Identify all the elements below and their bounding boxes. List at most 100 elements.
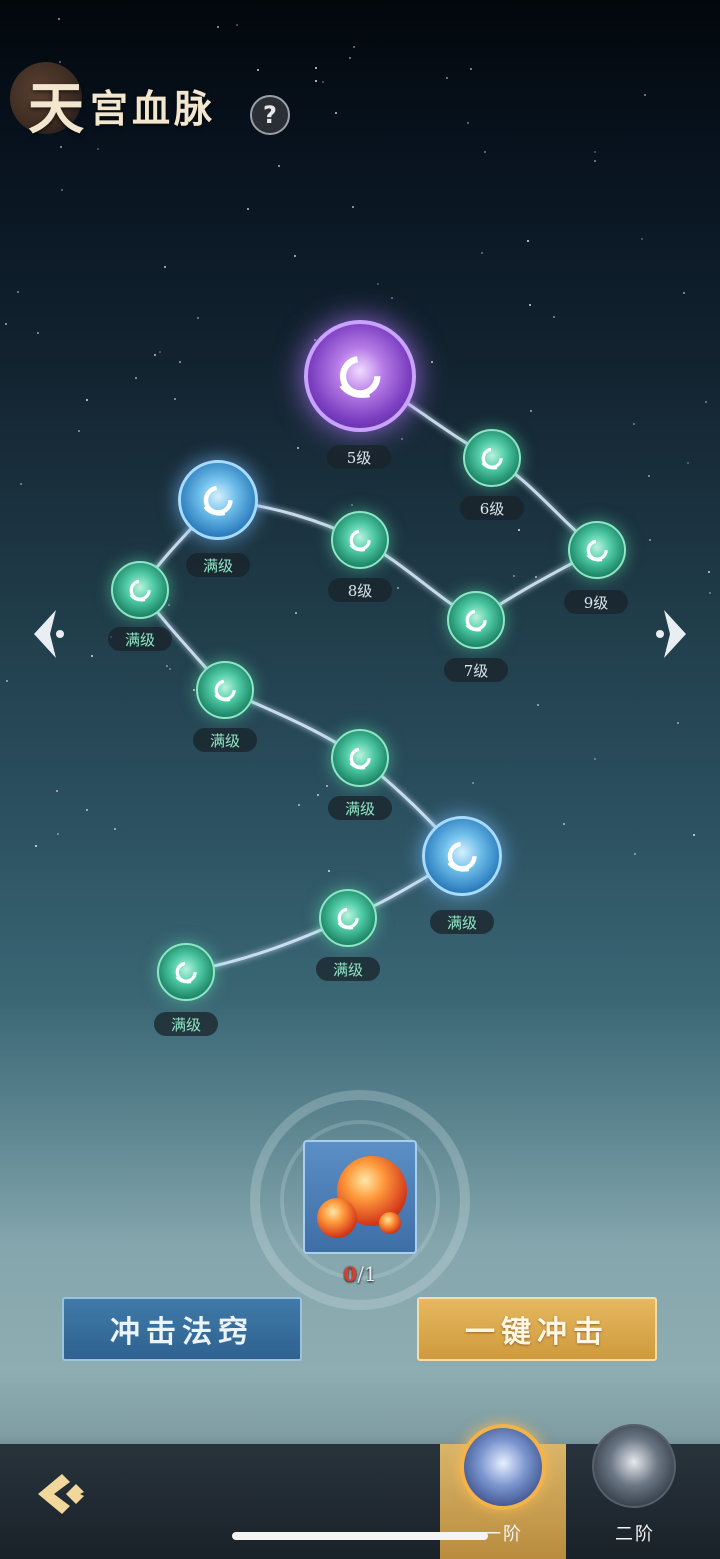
star: [61, 189, 63, 191]
star: [6, 680, 8, 682]
star: [530, 410, 532, 412]
star: [56, 790, 58, 792]
star: [295, 612, 297, 614]
star: [353, 46, 355, 48]
star: [594, 160, 596, 162]
star: [709, 592, 711, 594]
swirl-icon: [175, 961, 197, 984]
help-icon: ?: [263, 101, 277, 129]
star: [553, 316, 555, 318]
star: [326, 785, 328, 787]
constellation-node-n9[interactable]: [568, 521, 626, 579]
star: [59, 61, 61, 63]
help-button[interactable]: ?: [250, 95, 290, 135]
star: [294, 255, 296, 257]
star: [236, 24, 238, 26]
star: [315, 80, 317, 82]
star: [20, 483, 22, 485]
star: [352, 206, 354, 208]
constellation-node-ng1[interactable]: [111, 561, 169, 619]
node-level-label: 满级: [154, 1012, 218, 1036]
star: [594, 151, 596, 153]
star: [114, 828, 116, 830]
star: [159, 351, 161, 353]
constellation-node-n7[interactable]: [447, 591, 505, 649]
star: [563, 823, 565, 825]
constellation-node-ng4[interactable]: [319, 889, 377, 947]
star: [60, 146, 62, 148]
star: [687, 462, 689, 464]
node-level-label: 5级: [327, 445, 391, 469]
prev-arrow-button[interactable]: [26, 604, 70, 664]
star: [298, 804, 300, 806]
star: [135, 377, 137, 379]
star: [377, 283, 379, 285]
next-arrow-button[interactable]: [650, 604, 694, 664]
item-count-need: 1: [363, 1262, 377, 1286]
star: [351, 504, 353, 506]
star: [97, 148, 99, 150]
star: [57, 833, 59, 835]
star: [247, 208, 249, 210]
star: [166, 665, 168, 667]
star: [58, 18, 60, 20]
swirl-icon: [339, 355, 381, 398]
swirl-icon: [203, 485, 233, 516]
star: [78, 430, 80, 432]
node-level-label: 满级: [430, 910, 494, 934]
constellation-node-nb2[interactable]: [422, 816, 502, 896]
star: [257, 69, 259, 71]
constellation-node-nb1[interactable]: [178, 460, 258, 540]
star: [174, 398, 176, 400]
star: [513, 575, 515, 577]
star: [401, 438, 403, 440]
star: [633, 423, 635, 425]
home-indicator: [232, 1532, 488, 1540]
swirl-icon: [337, 907, 359, 930]
required-item-slot[interactable]: [303, 1140, 417, 1254]
tab-tier-2-label: 二阶: [615, 1524, 655, 1545]
back-button[interactable]: [28, 1466, 98, 1522]
star: [481, 252, 483, 254]
tab-tier-1[interactable]: 一阶: [440, 1424, 566, 1559]
node-level-label: 8级: [328, 578, 392, 602]
constellation-node-n8[interactable]: [331, 511, 389, 569]
star: [391, 297, 393, 299]
star: [648, 475, 650, 477]
star: [677, 722, 679, 724]
star: [217, 26, 219, 28]
star: [484, 151, 486, 153]
swirl-icon: [349, 529, 371, 552]
constellation-node-ng3[interactable]: [331, 729, 389, 787]
star: [5, 323, 7, 325]
constellation-node-n5[interactable]: [304, 320, 416, 432]
one-click-impact-button[interactable]: 一键冲击: [417, 1297, 657, 1361]
tab-tier-2[interactable]: 二阶: [572, 1424, 698, 1559]
star: [644, 94, 646, 96]
star: [594, 758, 596, 760]
star: [193, 689, 195, 691]
star: [315, 67, 317, 69]
star: [446, 77, 448, 79]
node-level-label: 满级: [108, 627, 172, 651]
star: [17, 291, 19, 293]
star: [649, 539, 651, 541]
back-arrow-icon: [38, 1474, 84, 1514]
star: [35, 845, 37, 847]
chevron-left-icon: [34, 610, 64, 658]
constellation-node-ng2[interactable]: [196, 661, 254, 719]
node-level-label: 7级: [444, 658, 508, 682]
star: [322, 81, 324, 83]
star: [335, 112, 337, 114]
swirl-icon: [481, 447, 503, 470]
constellation-node-ng5[interactable]: [157, 943, 215, 1001]
star: [467, 122, 469, 124]
constellation-node-n6[interactable]: [463, 429, 521, 487]
star: [535, 576, 537, 578]
node-level-label: 满级: [316, 957, 380, 981]
tier-1-icon: [460, 1424, 546, 1510]
locked-tier-2-icon: [592, 1424, 676, 1508]
impact-button[interactable]: 冲击法窍: [62, 1297, 302, 1361]
star: [705, 401, 707, 403]
star: [86, 399, 88, 401]
